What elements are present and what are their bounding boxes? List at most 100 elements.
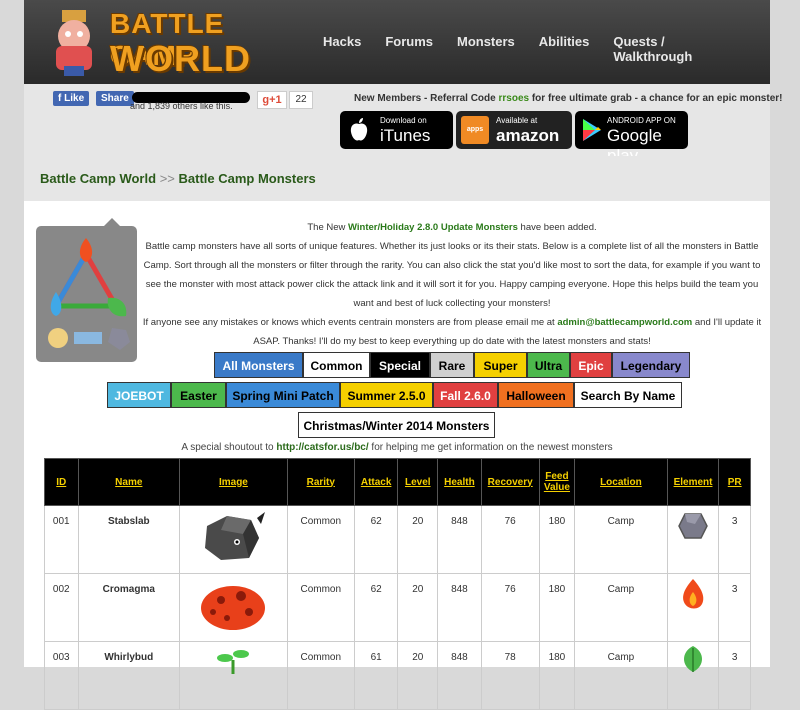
referral-suffix: for free ultimate grab - a chance for an… [529, 93, 783, 104]
breadcrumb-bar: Battle Camp World >> Battle Camp Monster… [24, 156, 770, 201]
header-id[interactable]: ID [44, 458, 79, 506]
cell-name[interactable]: Whirlybud [77, 641, 181, 710]
email-notice: If anyone see any mistakes or knows whic… [140, 313, 764, 351]
email-link[interactable]: admin@battlecampworld.com [557, 317, 692, 328]
element-chart-image [36, 218, 137, 362]
google-plus-button[interactable]: g+1 [257, 91, 287, 109]
cell-feed: 180 [538, 641, 576, 710]
cell-id: 002 [44, 573, 79, 642]
intro-body: Battle camp monsters have all sorts of u… [143, 241, 761, 309]
cell-rarity: Common [286, 573, 355, 642]
cell-name[interactable]: Stabslab [77, 505, 181, 574]
filter-special-button[interactable]: Special [370, 352, 430, 378]
header-rarity[interactable]: Rarity [286, 458, 355, 506]
filter-common-button[interactable]: Common [303, 352, 370, 378]
event-filter-row: JOEBOT Easter Spring Mini Patch Summer 2.5.… [107, 382, 682, 408]
header-location[interactable]: Location [574, 458, 668, 506]
facebook-share-button[interactable]: Share [96, 91, 134, 106]
header-name[interactable]: Name [77, 458, 181, 506]
event-spring-mini-patch-button[interactable]: Spring Mini Patch [226, 382, 340, 408]
filter-epic-button[interactable]: Epic [570, 352, 612, 378]
nav-quests[interactable]: Quests / Walkthrough [613, 34, 746, 64]
nav-monsters[interactable]: Monsters [457, 34, 515, 64]
christmas-winter-button[interactable]: Christmas/Winter 2014 Monsters [298, 412, 495, 438]
header-pr[interactable]: PR [718, 458, 751, 506]
cell-level: 20 [397, 573, 439, 642]
header-health[interactable]: Health [437, 458, 482, 506]
nav-forums[interactable]: Forums [385, 34, 433, 64]
cell-element [666, 505, 720, 574]
header-recovery[interactable]: Recovery [480, 458, 540, 506]
cell-feed: 180 [538, 505, 576, 574]
event-halloween-button[interactable]: Halloween [498, 382, 574, 408]
itunes-main: iTunes [380, 126, 431, 145]
cell-image [179, 505, 288, 574]
update-post: have been added. [517, 222, 597, 233]
cell-recovery: 76 [480, 505, 540, 574]
header-feed-value[interactable]: Feed Value [538, 458, 576, 506]
whirlybud-image [217, 650, 250, 674]
filter-rare-button[interactable]: Rare [430, 352, 474, 378]
like-count-text: and 1,839 others like this. [130, 101, 233, 111]
header-attack[interactable]: Attack [353, 458, 399, 506]
event-easter-button[interactable]: Easter [171, 382, 226, 408]
apple-icon [350, 118, 368, 141]
amazon-main: amazon [496, 126, 560, 145]
rarity-filter-row: All Monsters Common Special Rare Super Ultra E… [214, 352, 690, 378]
cell-rarity: Common [286, 641, 355, 710]
nav-abilities[interactable]: Abilities [539, 34, 590, 64]
itunes-badge[interactable]: Download on iTunes [340, 111, 453, 149]
cell-rarity: Common [286, 505, 355, 574]
table-row: 002 Cromagma Common 62 20 848 76 180 Cam… [44, 573, 751, 642]
header-level[interactable]: Level [397, 458, 439, 506]
breadcrumb-current[interactable]: Battle Camp Monsters [179, 171, 316, 186]
amazon-apps-icon: apps [461, 116, 489, 144]
breadcrumb: Battle Camp World >> Battle Camp Monster… [40, 171, 316, 186]
filter-all-monsters-button[interactable]: All Monsters [214, 352, 303, 378]
event-search-by-name-button[interactable]: Search By Name [574, 382, 682, 408]
cell-id: 001 [44, 505, 79, 574]
filter-legendary-button[interactable]: Legendary [612, 352, 690, 378]
update-link[interactable]: Winter/Holiday 2.8.0 Update Monsters [348, 222, 518, 233]
shoutout-link[interactable]: http://catsfor.us/bc/ [276, 442, 368, 453]
leaf-icon [684, 646, 703, 672]
cell-attack: 61 [353, 641, 399, 710]
camper-mascot-icon [56, 10, 92, 76]
nav-hacks[interactable]: Hacks [323, 34, 361, 64]
google-play-icon [583, 119, 601, 141]
event-fall-2-6-0-button[interactable]: Fall 2.6.0 [433, 382, 498, 408]
cell-feed: 180 [538, 573, 576, 642]
update-notice: The New Winter/Holiday 2.8.0 Update Mons… [140, 218, 764, 237]
filter-ultra-button[interactable]: Ultra [527, 352, 570, 378]
rock-icon [678, 513, 708, 539]
header-image[interactable]: Image [179, 458, 288, 506]
cell-location: Camp [574, 573, 668, 642]
main-nav: Hacks Forums Monsters Abilities Quests /… [323, 34, 770, 64]
cell-recovery: 76 [480, 573, 540, 642]
facebook-like-button[interactable]: f Like [53, 91, 90, 106]
site-logo[interactable]: BATTLE CAMP WORLD [44, 6, 250, 79]
cell-name[interactable]: Cromagma [77, 573, 181, 642]
cell-attack: 62 [353, 573, 399, 642]
filter-super-button[interactable]: Super [474, 352, 527, 378]
cell-recovery: 78 [480, 641, 540, 710]
cell-image [179, 641, 288, 710]
logo-line-2: WORLD [110, 38, 251, 79]
cell-health: 848 [437, 641, 482, 710]
like-label: Like [64, 93, 85, 104]
google-top: ANDROID APP ON [607, 116, 676, 125]
email-pre: If anyone see any mistakes or knows whic… [142, 317, 558, 328]
cell-health: 848 [437, 505, 482, 574]
main-content: Battle Camp World >> Battle Camp Monster… [24, 156, 770, 710]
breadcrumb-home[interactable]: Battle Camp World [40, 171, 156, 186]
event-joebot-button[interactable]: JOEBOT [107, 382, 171, 408]
social-bar: f Like Share and 1,839 others like this.… [24, 84, 782, 165]
shoutout-text: A special shoutout to http://catsfor.us/… [24, 442, 770, 453]
amazon-badge[interactable]: apps Available at amazon [456, 111, 572, 149]
header-element[interactable]: Element [666, 458, 720, 506]
cell-pr: 3 [718, 573, 751, 642]
cell-id: 003 [44, 641, 79, 710]
google-play-badge[interactable]: ANDROID APP ON Google play [575, 111, 688, 165]
event-summer-2-5-0-button[interactable]: Summer 2.5.0 [340, 382, 433, 408]
referral-prefix: New Members - Referral Code [354, 93, 499, 104]
